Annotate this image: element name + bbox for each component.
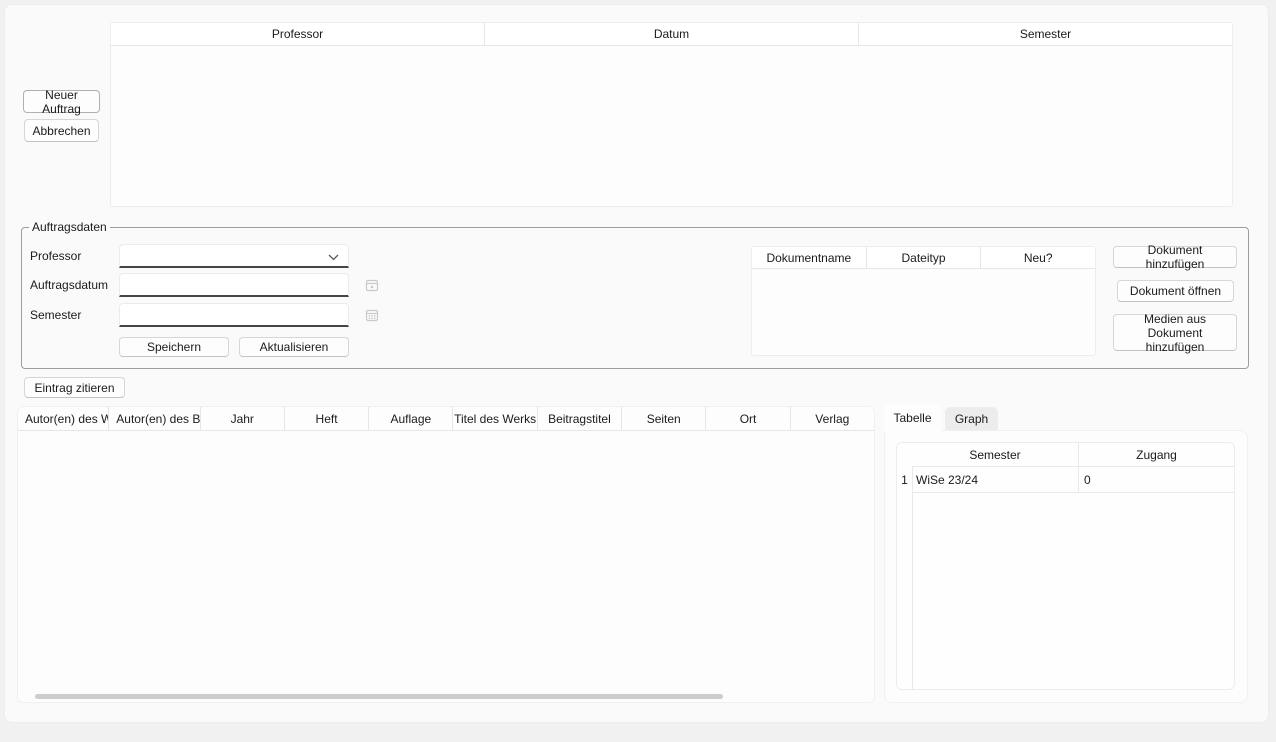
entries-column-edition[interactable]: Auflage	[369, 407, 453, 430]
entries-column-contribution-title[interactable]: Beitragstitel	[538, 407, 622, 430]
new-order-button[interactable]: Neuer Auftrag	[23, 90, 100, 113]
entries-column-author-contribution[interactable]: Autor(en) des Beitrags	[109, 407, 200, 430]
order-date-label: Auftragsdatum	[30, 278, 108, 292]
cite-entry-button[interactable]: Eintrag zitieren	[24, 377, 125, 398]
stats-table: Semester Zugang 1 WiSe 23/24 0	[896, 442, 1235, 690]
documents-table-body[interactable]	[752, 269, 1095, 356]
order-date-calendar-icon[interactable]	[364, 277, 379, 292]
orders-table-body[interactable]	[111, 46, 1232, 207]
tab-graph[interactable]: Graph	[945, 407, 998, 430]
tab-tabelle[interactable]: Tabelle	[884, 404, 941, 431]
stats-table-header: Semester Zugang	[897, 443, 1234, 467]
entries-table-body[interactable]	[18, 431, 874, 702]
horizontal-scrollbar[interactable]	[35, 694, 723, 699]
documents-table: Dokumentname Dateityp Neu?	[751, 246, 1096, 356]
refresh-button[interactable]: Aktualisieren	[239, 337, 349, 357]
documents-column-name[interactable]: Dokumentname	[752, 247, 867, 268]
orders-table-header: Professor Datum Semester	[111, 23, 1232, 46]
stats-rownum-divider	[912, 467, 913, 689]
professor-label: Professor	[30, 249, 81, 263]
documents-column-new[interactable]: Neu?	[981, 247, 1095, 268]
save-button[interactable]: Speichern	[119, 337, 229, 357]
documents-table-header: Dokumentname Dateityp Neu?	[752, 247, 1095, 269]
documents-column-filetype[interactable]: Dateityp	[867, 247, 982, 268]
entries-column-place[interactable]: Ort	[706, 407, 790, 430]
orders-column-semester[interactable]: Semester	[859, 23, 1232, 45]
chevron-down-icon	[328, 254, 339, 261]
add-media-from-document-button[interactable]: Medien aus Dokument hinzufügen	[1113, 314, 1237, 351]
entries-column-year[interactable]: Jahr	[201, 407, 285, 430]
entries-table: Autor(en) des Werks Autor(en) des Beitra…	[17, 406, 875, 703]
orders-column-professor[interactable]: Professor	[111, 23, 485, 45]
semester-label: Semester	[30, 308, 81, 322]
cancel-button[interactable]: Abbrechen	[24, 119, 99, 142]
app-window: Professor Datum Semester Neuer Auftrag A…	[0, 0, 1276, 742]
semester-calendar-icon[interactable]	[364, 307, 379, 322]
entries-column-author-work[interactable]: Autor(en) des Werks	[18, 407, 109, 430]
professor-combobox[interactable]	[119, 244, 349, 268]
orders-column-datum[interactable]: Datum	[485, 23, 859, 45]
order-form-title: Auftragsdaten	[29, 220, 110, 234]
stats-table-row[interactable]: 1 WiSe 23/24 0	[897, 467, 1234, 493]
stats-column-zugang[interactable]: Zugang	[1079, 443, 1234, 467]
entries-table-header: Autor(en) des Werks Autor(en) des Beitra…	[18, 407, 874, 431]
stats-rownum-header	[897, 443, 912, 467]
stats-cell-semester[interactable]: WiSe 23/24	[912, 467, 1079, 493]
order-date-input[interactable]	[119, 273, 349, 297]
stats-column-semester[interactable]: Semester	[912, 443, 1079, 467]
stats-row-number: 1	[897, 467, 912, 493]
entries-column-pages[interactable]: Seiten	[622, 407, 706, 430]
stats-cell-zugang[interactable]: 0	[1079, 467, 1234, 493]
entries-column-publisher[interactable]: Verlag	[791, 407, 874, 430]
semester-input[interactable]	[119, 303, 349, 327]
open-document-button[interactable]: Dokument öffnen	[1117, 280, 1234, 302]
entries-column-issue[interactable]: Heft	[285, 407, 369, 430]
orders-table: Professor Datum Semester	[110, 22, 1233, 207]
entries-column-work-title[interactable]: Titel des Werks	[453, 407, 537, 430]
add-document-button[interactable]: Dokument hinzufügen	[1113, 246, 1237, 268]
